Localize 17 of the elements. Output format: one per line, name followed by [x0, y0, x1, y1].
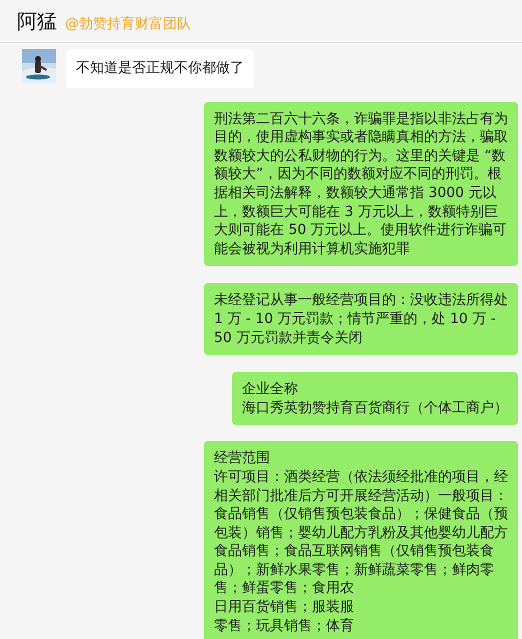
message-text: 食品销售；食品互联网销售（仅销售预包装食	[214, 542, 495, 561]
message-text: 相关部门批准后方可开展经营活动）一般项目：	[214, 486, 508, 506]
message-text: 日用百货销售；服装服	[214, 598, 355, 617]
message-text: 售；鲜蛋零售；食用农	[214, 579, 355, 598]
message-text: 品）；新鲜水果零售；新鲜蔬菜零售；鲜肉零	[214, 560, 495, 580]
group-tag: @勃赞持育财富团队	[65, 15, 191, 33]
message-text: 食品销售（仅销售预包装食品）；保健食品（预	[214, 505, 508, 524]
message-text: 刑法第二百六十六条，诈骗罪是指以非法占有为目的，使用虚构事实或者隐瞒真相的方法，骗取数额较大的公私财物的行为。这里的关键是 “数额较大”，因为不同的数额对应不同的刑罚。根据相关司法解释，数额较大通常指 3000 元以上，数额巨大可能在 3 万元以上，数额特别巨大则可能在 50 万元以上。使用软件进行诈骗可能会被视为利用计算机实施犯罪	[214, 110, 508, 258]
contact-name: 阿猛	[17, 8, 57, 35]
message-text: 企业全称	[242, 380, 299, 399]
message-text: 经营范围	[214, 449, 271, 468]
message-text: 未经登记从事一般经营项目的：没收违法所得处 1 万 - 10 万元罚款；情节严重的，处 10 万 - 50 万元罚款并责令关闭	[214, 291, 508, 348]
message-text: 不知道是否正规不你都做了	[76, 59, 244, 78]
message-text: 包装）销售；婴幼儿配方乳粉及其他婴幼儿配方	[214, 524, 508, 542]
message-text: 海口秀英勃赞持育百货商行（个体工商户）	[242, 398, 508, 418]
message-text: 零售；玩具销售；体育	[214, 616, 355, 636]
message-text: 许可项目：酒类经营（依法须经批准的项目，经	[214, 468, 508, 486]
